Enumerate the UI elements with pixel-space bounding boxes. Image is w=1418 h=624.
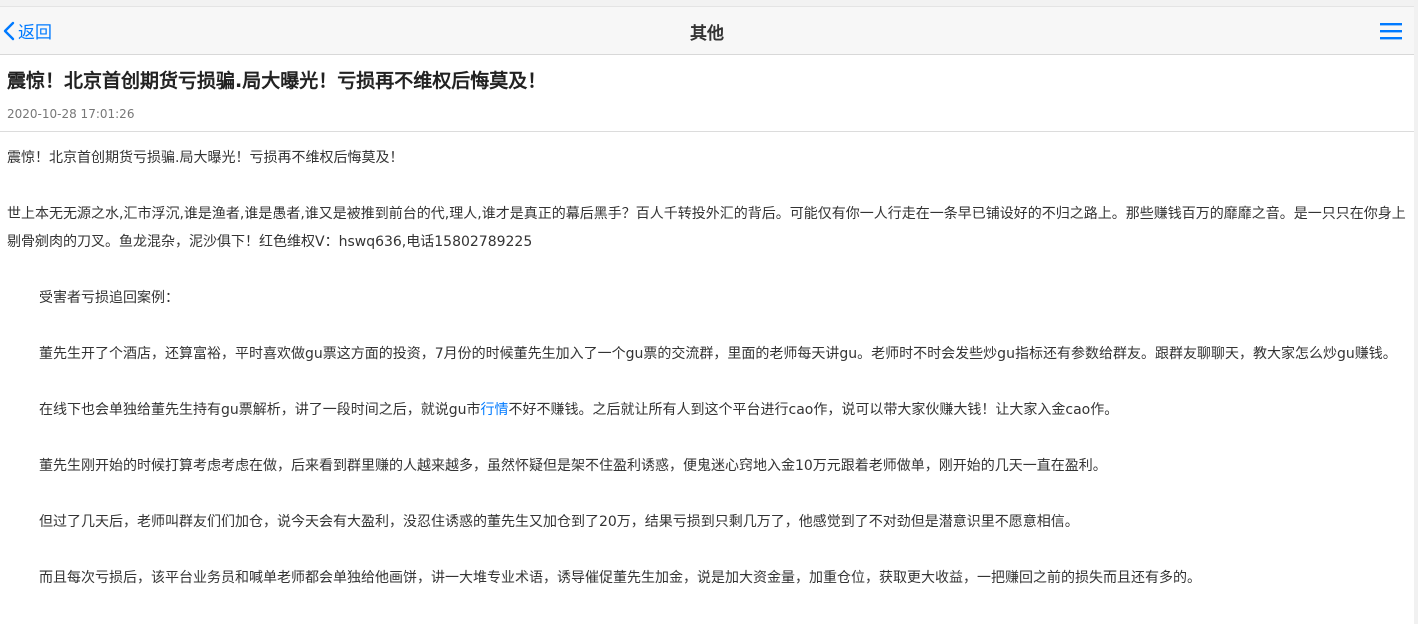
paragraph-5: 在线下也会单独给董先生持有gu票解析，讲了一段时间之后，就说gu市行情不好不赚钱… [7,396,1407,424]
navbar: 返回 其他 [0,6,1414,55]
scrollbar[interactable] [1414,0,1418,624]
article-date: 2020-10-28 17:01:26 [7,107,135,121]
paragraph-2: 世上本无无源之水,汇市浮沉,谁是渔者,谁是愚者,谁又是被推到前台的代,理人,谁才… [7,206,1406,250]
paragraph-4: 董先生开了个酒店，还算富裕，平时喜欢做gu票这方面的投资，7月份的时候董先生加入… [39,346,1397,362]
article-body: 震惊！北京首创期货亏损骗.局大曝光！亏损再不维权后悔莫及！ 世上本无无源之水,汇… [0,132,1414,592]
page-title: 其他 [690,24,724,44]
article-header: 震惊！北京首创期货亏损骗.局大曝光！亏损再不维权后悔莫及！ 2020-10-28… [0,55,1414,132]
hamburger-menu-icon [1380,22,1402,40]
article-title: 震惊！北京首创期货亏损骗.局大曝光！亏损再不维权后悔莫及！ [7,70,547,92]
paragraph-6: 董先生刚开始的时候打算考虑考虑在做，后来看到群里赚的人越来越多，虽然怀疑但是架不… [39,458,1107,474]
page: 返回 其他 震惊！北京首创期货亏损骗.局大曝光！亏损再不维权后悔莫及！ 2020… [0,0,1414,624]
paragraph-3: 受害者亏损追回案例： [39,290,179,306]
paragraph-5-text-before: 在线下也会单独给董先生持有gu票解析，讲了一段时间之后，就说gu市 [39,402,481,418]
paragraph-5-text-after: 不好不赚钱。之后就让所有人到这个平台进行cao作，说可以带大家伙赚大钱！让大家入… [508,402,1119,418]
market-link[interactable]: 行情 [481,402,509,418]
menu-button[interactable] [1380,22,1402,40]
paragraph-1: 震惊！北京首创期货亏损骗.局大曝光！亏损再不维权后悔莫及！ [7,150,404,166]
paragraph-7: 但过了几天后，老师叫群友们们加仓，说今天会有大盈利，没忍住诱惑的董先生又加仓到了… [39,514,1079,530]
paragraph-8: 而且每次亏损后，该平台业务员和喊单老师都会单独给他画饼，讲一大堆专业术语，诱导催… [39,570,1201,586]
